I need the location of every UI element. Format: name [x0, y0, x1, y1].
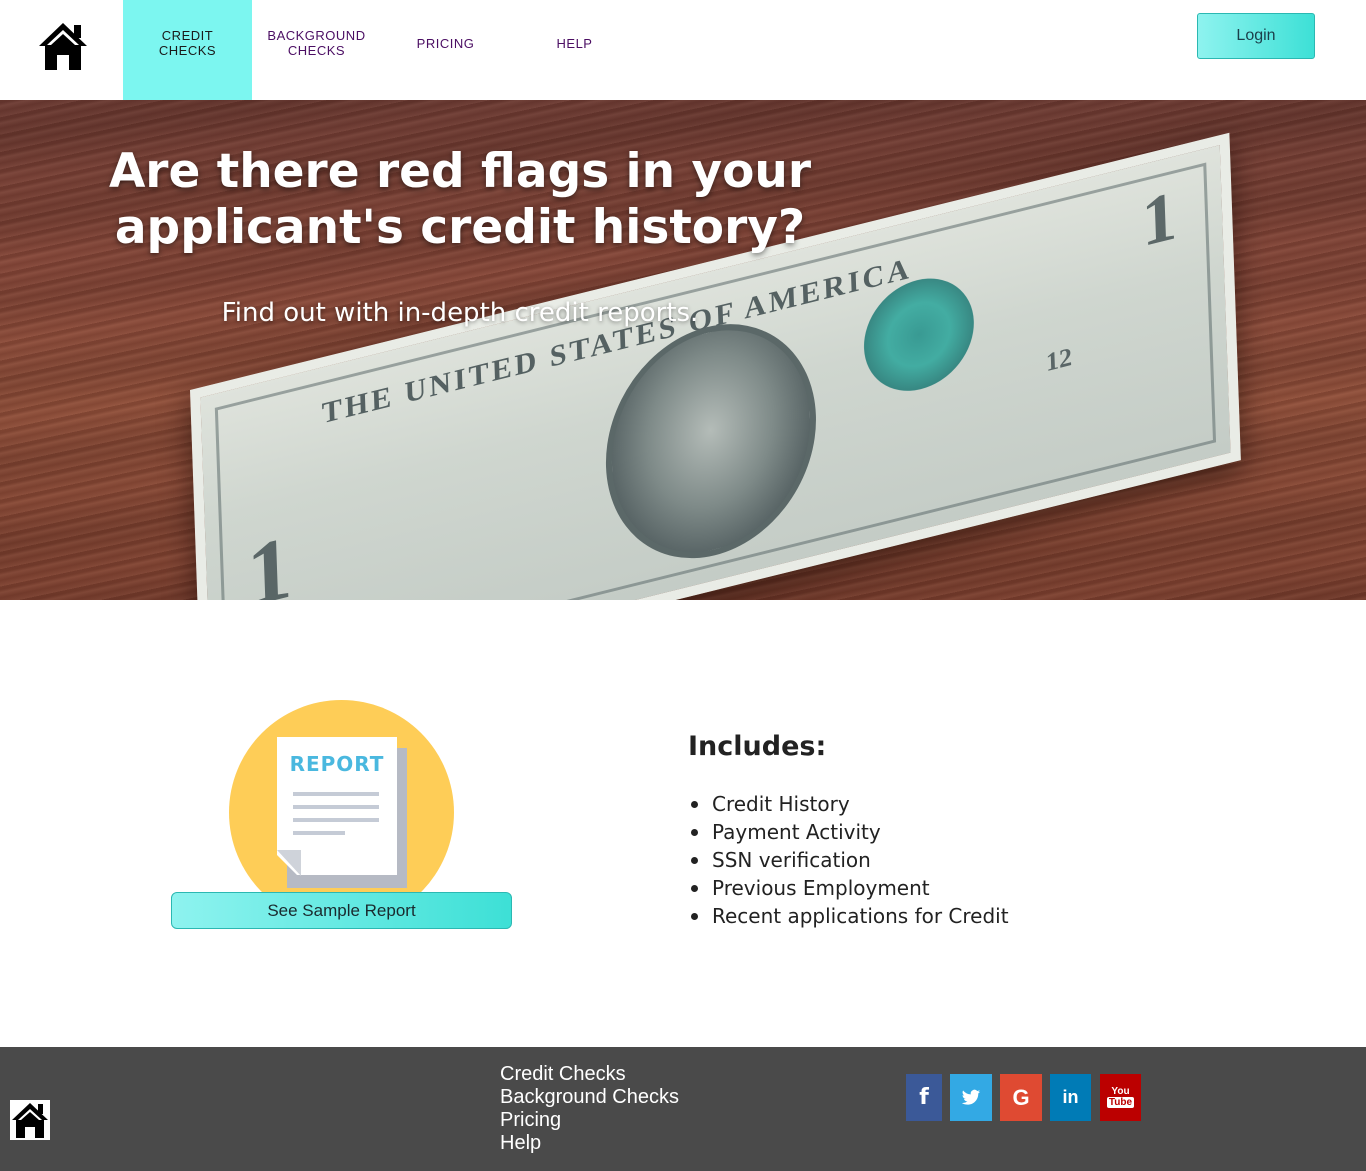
footer-links: Credit Checks Background Checks Pricing …: [500, 1063, 679, 1155]
linkedin-icon[interactable]: in: [1050, 1074, 1091, 1121]
footer-link-pricing[interactable]: Pricing: [500, 1109, 679, 1132]
list-item: Recent applications for Credit: [688, 902, 1009, 930]
hero-subtitle: Find out with in-depth credit reports.: [221, 298, 699, 328]
list-item-text: Payment Activity: [712, 820, 881, 844]
hero-title-line: Are there red flags in your: [108, 144, 812, 199]
hero-title: Are there red flags in your applicant's …: [100, 144, 820, 256]
report-label: REPORT: [289, 752, 385, 776]
includes-list: Credit History Payment Activity SSN veri…: [688, 790, 1009, 930]
nav-background-checks[interactable]: BACKGROUND CHECKS: [252, 0, 381, 100]
list-item-text: SSN verification: [712, 848, 871, 872]
bullet-icon: [691, 857, 698, 864]
list-item-text: Credit History: [712, 792, 850, 816]
nav-label-line: PRICING: [416, 35, 475, 51]
youtube-icon[interactable]: You Tube: [1100, 1074, 1141, 1121]
top-navigation: CREDIT CHECKS BACKGROUND CHECKS PRICING HE…: [0, 0, 1366, 100]
nav-label-line: CHECKS: [158, 43, 217, 58]
list-item-text: Recent applications for Credit: [712, 904, 1009, 928]
twitter-icon[interactable]: [950, 1074, 992, 1121]
bullet-icon: [691, 885, 698, 892]
list-item: Payment Activity: [688, 818, 1009, 846]
facebook-icon[interactable]: f: [906, 1074, 942, 1121]
hero-banner: THE UNITED STATES OF AMERICA 1 1 12 Are …: [0, 100, 1366, 600]
nav-credit-checks[interactable]: CREDIT CHECKS: [123, 0, 252, 100]
footer-home-icon[interactable]: [10, 1100, 50, 1140]
nav-label-line: HELP: [556, 35, 593, 51]
login-button[interactable]: Login: [1197, 13, 1315, 59]
bullet-icon: [691, 913, 698, 920]
bullet-icon: [691, 801, 698, 808]
google-icon[interactable]: G: [1000, 1074, 1042, 1121]
footer-link-background-checks[interactable]: Background Checks: [500, 1086, 679, 1109]
list-item: Credit History: [688, 790, 1009, 818]
list-item: SSN verification: [688, 846, 1009, 874]
bullet-icon: [691, 829, 698, 836]
see-sample-report-button[interactable]: See Sample Report: [171, 892, 512, 929]
nav-label-line: CHECKS: [287, 43, 346, 58]
footer-link-credit-checks[interactable]: Credit Checks: [500, 1063, 679, 1086]
includes-heading: Includes:: [688, 731, 827, 762]
list-item: Previous Employment: [688, 874, 1009, 902]
nav-label-line: BACKGROUND: [267, 28, 366, 43]
nav-label-line: CREDIT: [161, 28, 214, 43]
nav-help[interactable]: HELP: [510, 0, 639, 100]
list-item-text: Previous Employment: [712, 876, 930, 900]
nav-pricing[interactable]: PRICING: [381, 0, 510, 100]
hero-title-line: applicant's credit history?: [114, 200, 806, 255]
home-icon[interactable]: [37, 20, 89, 72]
footer: Credit Checks Background Checks Pricing …: [0, 1047, 1366, 1171]
footer-link-help[interactable]: Help: [500, 1132, 679, 1155]
